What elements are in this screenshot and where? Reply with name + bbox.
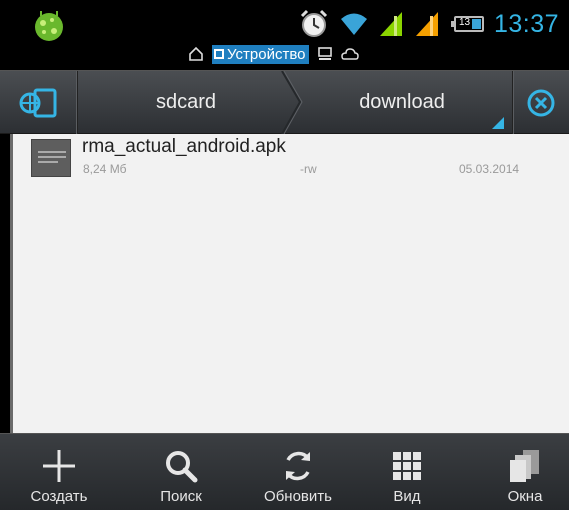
refresh-button[interactable]: Обновить [250,434,346,510]
plus-icon [43,450,75,482]
create-label: Создать [30,488,88,505]
wifi-icon [340,13,367,35]
dropdown-indicator-icon[interactable] [492,117,504,129]
computer-icon[interactable] [317,46,333,62]
device-icon [214,49,224,59]
search-button[interactable]: Поиск [144,434,218,510]
refresh-label: Обновить [264,488,332,505]
windows-label: Окна [507,488,543,505]
status-icons: 13 13:37 [298,6,559,42]
apk-file-icon [31,139,71,177]
file-date: 05.03.2014 [459,162,520,176]
list-item[interactable]: rma_actual_android.apk 8,24 Мб -rw 05.03… [13,134,569,184]
android-bug-icon [35,11,63,41]
refresh-icon [286,451,310,481]
bottom-toolbar: Создать Поиск Обновить Вид Окна [0,433,569,510]
file-name: rma_actual_android.apk [82,136,286,157]
status-bar: 13 13:37 Устройство [0,0,569,68]
device-storage-tab[interactable]: Устройство [212,44,310,64]
search-icon [166,451,198,483]
close-tab-button[interactable] [512,71,569,134]
view-label: Вид [393,488,421,505]
panels-button[interactable] [0,71,78,134]
cloud-icon[interactable] [341,46,360,62]
windows-button[interactable]: Окна [488,434,562,510]
close-circle-icon [527,89,555,116]
windows-icon [510,450,539,482]
breadcrumb-sdcard[interactable]: sdcard [80,71,292,134]
path-bar: sdcard download [0,70,569,134]
signal-icon [415,12,438,36]
grid-view-icon [393,452,421,480]
file-list: rma_actual_android.apk 8,24 Мб -rw 05.03… [10,134,569,433]
view-button[interactable]: Вид [370,434,444,510]
storage-switcher: Устройство [188,44,360,64]
breadcrumb-download[interactable]: download [292,71,512,134]
signal-icon [379,12,402,36]
file-permissions: -rw [300,162,317,176]
home-icon[interactable] [188,46,204,62]
create-button[interactable]: Создать [22,434,96,510]
search-label: Поиск [160,488,202,505]
clock: 13:37 [493,9,559,38]
breadcrumb-sdcard-label: sdcard [155,91,217,113]
alarm-clock-icon [300,9,327,37]
battery-icon: 13 [450,16,484,32]
breadcrumb-download-label: download [359,91,445,113]
file-size: 8,24 Мб [83,162,127,176]
panels-icon [19,88,56,117]
battery-level: 13 [458,17,471,28]
device-storage-label: Устройство [227,45,306,63]
